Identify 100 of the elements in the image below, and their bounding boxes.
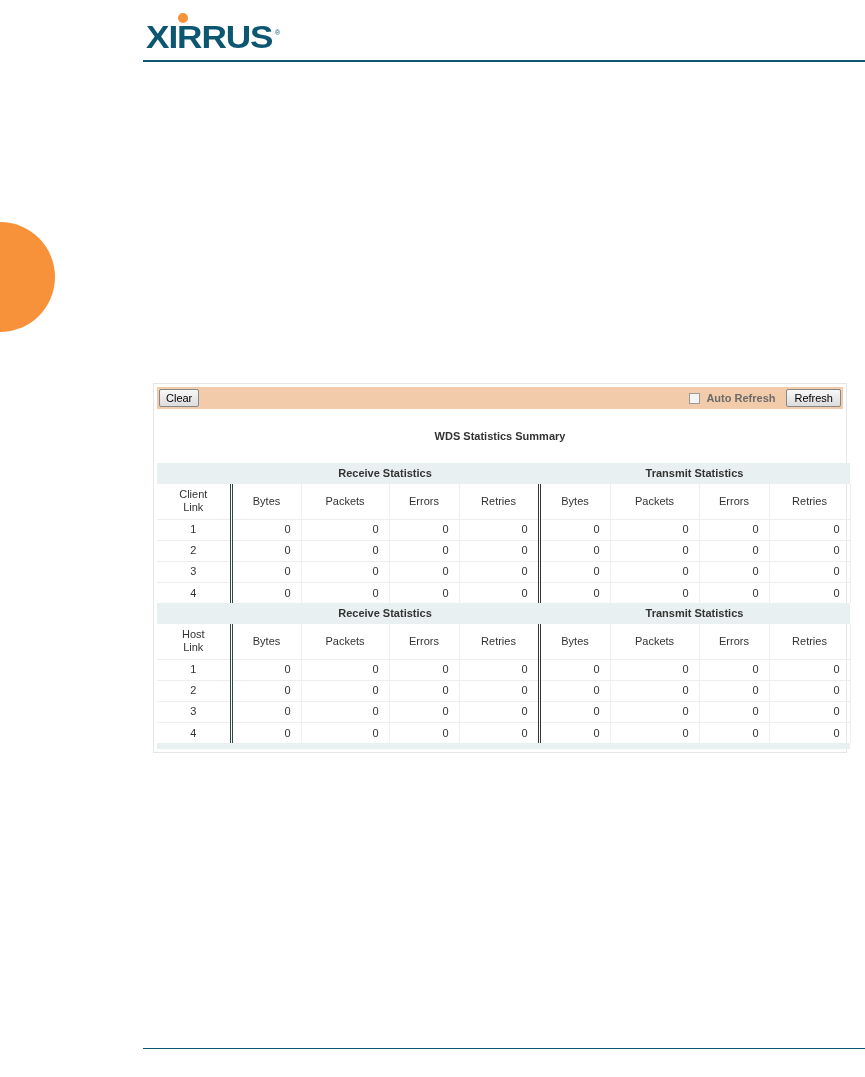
table-cell: 0 [833, 684, 840, 697]
table-cell: 0 [442, 565, 449, 578]
table-cell: 0 [752, 663, 759, 676]
table-cell: 3 [190, 705, 197, 718]
group-header: Transmit Statistics [539, 463, 850, 484]
table-cell: 0 [372, 663, 379, 676]
table-cell: 0 [752, 565, 759, 578]
table-cell: 0 [372, 565, 379, 578]
table-cell: 0 [372, 586, 379, 599]
table-cell: 0 [521, 726, 528, 739]
column-header: Retries [481, 634, 516, 647]
column-header: Bytes [561, 634, 589, 647]
column-header: Errors [719, 634, 749, 647]
column-header: Errors [409, 634, 439, 647]
table-cell: 0 [284, 565, 291, 578]
table-cell: 2 [190, 544, 197, 557]
column-header: Host Link [181, 628, 205, 654]
table-cell: 0 [442, 705, 449, 718]
table-cell: 4 [190, 726, 197, 739]
column-header: Bytes [252, 634, 281, 647]
table-cell: 0 [682, 565, 689, 578]
table-cell: 0 [682, 523, 689, 536]
table-cell: 0 [593, 684, 600, 697]
column-header: Packets [325, 634, 365, 647]
column-header: Errors [409, 494, 439, 507]
table-cell: 0 [752, 684, 759, 697]
column-header: Client Link [179, 488, 208, 514]
table-cell: 0 [284, 726, 291, 739]
table-cell: 0 [682, 726, 689, 739]
table-cell: 0 [442, 684, 449, 697]
table-cell: 0 [521, 684, 528, 697]
table-cell: 0 [752, 544, 759, 557]
table-cell: 0 [284, 586, 291, 599]
auto-refresh-checkbox[interactable] [689, 392, 701, 404]
table-cell: 0 [372, 684, 379, 697]
logo-text: XIRRUS [146, 25, 273, 49]
column-header: Errors [719, 494, 749, 507]
table-cell: 0 [833, 544, 840, 557]
table-cell: 0 [593, 726, 600, 739]
table-cell: 0 [442, 523, 449, 536]
table-cell: 0 [833, 523, 840, 536]
table-cell: 0 [752, 705, 759, 718]
table-cell: 0 [593, 705, 600, 718]
table-cell: 0 [442, 544, 449, 557]
table-cell: 1 [190, 663, 197, 676]
table-cell: 0 [752, 523, 759, 536]
table-cell: 2 [190, 684, 197, 697]
table-cell: 0 [752, 586, 759, 599]
table-cell: 0 [593, 565, 600, 578]
table-cell: 0 [284, 544, 291, 557]
table-title: WDS Statistics Summary [434, 428, 566, 444]
table-cell: 0 [521, 565, 528, 578]
table-cell: 0 [442, 726, 449, 739]
table-cell: 0 [833, 663, 840, 676]
table-cell: 0 [593, 544, 600, 557]
table-cell: 0 [284, 523, 291, 536]
column-header: Packets [634, 494, 675, 507]
table-cell: 0 [833, 705, 840, 718]
table-cell: 0 [682, 684, 689, 697]
table-cell: 0 [682, 663, 689, 676]
group-header: Receive Statistics [231, 603, 539, 624]
table-cell: 0 [593, 663, 600, 676]
table-cell: 0 [521, 705, 528, 718]
column-header: Packets [325, 494, 365, 507]
group-header: Transmit Statistics [539, 603, 850, 624]
auto-refresh-label: Auto Refresh [706, 390, 776, 406]
table-cell: 0 [682, 586, 689, 599]
column-header: Retries [792, 634, 827, 647]
column-header: Bytes [252, 494, 281, 507]
table-cell: 0 [833, 586, 840, 599]
table-cell: 0 [442, 663, 449, 676]
table-cell: 0 [372, 523, 379, 536]
column-header: Packets [634, 634, 675, 647]
table-cell: 0 [682, 705, 689, 718]
table-cell: 0 [372, 726, 379, 739]
table-cell: 0 [372, 544, 379, 557]
table-cell: 4 [190, 586, 197, 599]
table-cell: 0 [833, 726, 840, 739]
table-cell: 1 [190, 523, 197, 536]
table-cell: 0 [521, 663, 528, 676]
table-cell: 0 [521, 586, 528, 599]
column-header: Retries [481, 494, 516, 507]
table-cell: 0 [521, 523, 528, 536]
column-header: Retries [792, 494, 827, 507]
table-cell: 0 [284, 663, 291, 676]
clear-button[interactable]: Clear [159, 389, 200, 407]
group-header: Receive Statistics [231, 463, 539, 484]
table-cell: 3 [190, 565, 197, 578]
table-cell: 0 [752, 726, 759, 739]
table-cell: 0 [593, 586, 600, 599]
table-cell: 0 [284, 705, 291, 718]
table-cell: 0 [521, 544, 528, 557]
table-cell: 0 [682, 544, 689, 557]
table-cell: 0 [372, 705, 379, 718]
table-cell: 0 [442, 586, 449, 599]
table-cell: 0 [833, 565, 840, 578]
refresh-button[interactable]: Refresh [786, 389, 841, 407]
column-header: Bytes [561, 494, 589, 507]
table-cell: 0 [593, 523, 600, 536]
table-cell: 0 [284, 684, 291, 697]
